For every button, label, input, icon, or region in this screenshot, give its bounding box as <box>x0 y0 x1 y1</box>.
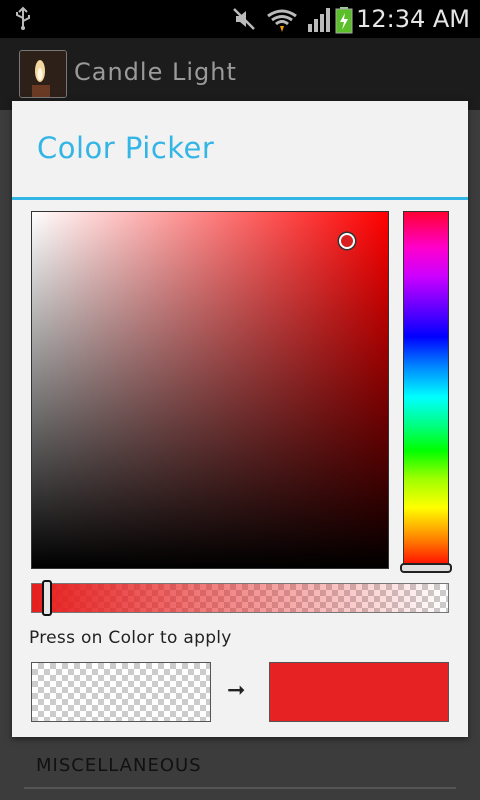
section-header-miscellaneous: MISCELLANEOUS <box>36 755 202 776</box>
mute-icon <box>233 8 255 30</box>
status-icons <box>233 7 353 34</box>
battery-charging-icon <box>335 7 353 34</box>
sv-cursor[interactable] <box>339 233 355 249</box>
app-title: Candle Light <box>74 58 237 86</box>
alpha-slider-handle[interactable] <box>42 580 52 616</box>
candle-app-icon[interactable] <box>19 50 67 98</box>
status-bar: 12:34 AM <box>0 0 480 38</box>
status-time: 12:34 AM <box>356 5 470 33</box>
title-divider <box>12 197 468 200</box>
signal-icon <box>308 8 330 32</box>
section-divider <box>24 787 456 789</box>
saturation-value-panel[interactable] <box>31 211 389 569</box>
usb-icon <box>16 6 30 30</box>
color-picker-dialog: Color Picker Press on Color to apply ➞ <box>12 101 468 737</box>
alpha-slider[interactable] <box>31 583 449 613</box>
arrow-right-icon: ➞ <box>227 678 246 703</box>
apply-hint: Press on Color to apply <box>29 628 232 648</box>
hue-slider[interactable] <box>403 211 449 569</box>
dialog-title: Color Picker <box>37 131 215 165</box>
wifi-icon <box>267 9 297 32</box>
new-color-swatch[interactable] <box>269 662 449 722</box>
old-color-swatch[interactable] <box>31 662 211 722</box>
action-bar: Candle Light <box>0 38 480 110</box>
hue-slider-handle[interactable] <box>400 563 452 573</box>
